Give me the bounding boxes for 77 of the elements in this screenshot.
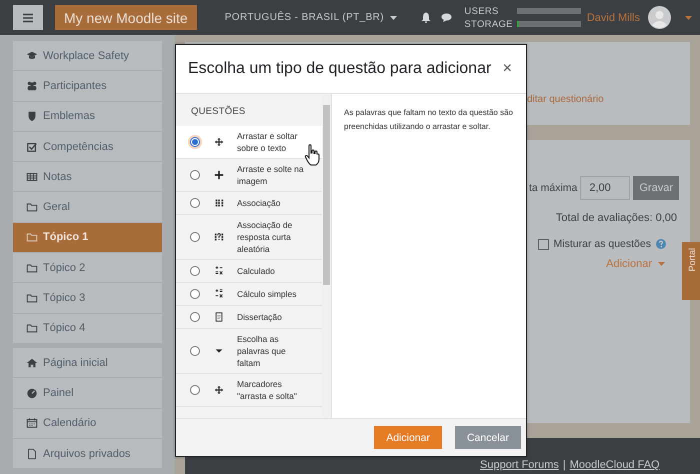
max-grade-field[interactable]: 2,00 bbox=[580, 176, 630, 200]
document-icon bbox=[214, 312, 224, 322]
sidebar-item[interactable]: Tópico 3 bbox=[13, 283, 162, 314]
shuffle-checkbox[interactable] bbox=[538, 238, 549, 250]
save-button[interactable]: Gravar bbox=[633, 176, 679, 200]
calendar-icon bbox=[26, 417, 38, 430]
gauge-icon bbox=[26, 386, 38, 399]
table-icon bbox=[26, 170, 38, 183]
folder-icon bbox=[26, 231, 38, 244]
folder-icon bbox=[26, 292, 38, 304]
portal-tab[interactable]: Portal bbox=[682, 242, 700, 300]
radio-button[interactable] bbox=[190, 137, 200, 147]
math-icon bbox=[214, 289, 224, 299]
radio-button[interactable] bbox=[190, 312, 200, 322]
sidebar-item[interactable]: Painel bbox=[13, 378, 162, 409]
shuffle-label: Misturar as questões bbox=[554, 238, 651, 250]
footer-link[interactable]: MoodleCloud FAQ bbox=[570, 459, 660, 471]
graduation-cap-icon bbox=[26, 50, 38, 62]
sidebar-item[interactable]: Participantes bbox=[13, 71, 162, 102]
radio-button[interactable] bbox=[190, 385, 200, 395]
total-grades-text: Total de avaliações: 0,00 bbox=[556, 212, 677, 224]
sidebar-item[interactable]: Tópico 4 bbox=[13, 314, 162, 344]
radio-button[interactable] bbox=[190, 266, 200, 276]
caret-icon[interactable] bbox=[390, 16, 398, 20]
sidebar-item[interactable]: Página inicial bbox=[13, 348, 162, 378]
add-menu[interactable]: Adicionar bbox=[606, 258, 652, 270]
site-name-button[interactable]: My new Moodle site bbox=[55, 5, 197, 30]
sidebar-item[interactable]: Tópico 1 bbox=[13, 222, 162, 254]
edit-quiz-link[interactable]: ditar questionário bbox=[527, 94, 604, 105]
sidebar-item[interactable]: Calendário bbox=[13, 408, 162, 439]
radio-button[interactable] bbox=[190, 289, 200, 299]
sidebar-item[interactable]: Competências bbox=[13, 132, 162, 162]
meter-label: USERS bbox=[464, 6, 500, 16]
usage-meter bbox=[516, 21, 581, 27]
bell-icon[interactable] bbox=[421, 12, 432, 23]
avatar-icon[interactable] bbox=[648, 6, 671, 29]
section-heading: QUESTÕES bbox=[190, 104, 246, 119]
folder-icon bbox=[26, 322, 38, 334]
sidebar-item[interactable]: Tópico 2 bbox=[13, 253, 162, 284]
user-name[interactable]: David Mills bbox=[586, 12, 640, 24]
dot-question-icon bbox=[214, 232, 224, 242]
folder-icon bbox=[26, 262, 38, 274]
plus-icon bbox=[214, 170, 224, 180]
shield-icon bbox=[26, 110, 38, 122]
menu-button[interactable] bbox=[13, 5, 43, 30]
radio-button[interactable] bbox=[190, 232, 200, 242]
radio-button[interactable] bbox=[190, 198, 200, 208]
close-button[interactable]: × bbox=[500, 60, 514, 78]
sidebar-item[interactable]: Emblemas bbox=[13, 102, 162, 132]
radio-button[interactable] bbox=[190, 346, 200, 356]
folder-icon bbox=[26, 201, 38, 214]
question-type-description: As palavras que faltam no texto da questão são preenchidas utilizando o arrastar e soltar. bbox=[343, 107, 514, 133]
chat-icon[interactable] bbox=[441, 13, 452, 22]
checkbox-icon bbox=[26, 140, 38, 153]
hand-cursor-icon bbox=[304, 144, 322, 166]
home-icon bbox=[26, 356, 38, 369]
language-menu[interactable]: PORTUGUÊS - BRASIL (PT_BR) bbox=[224, 12, 384, 23]
move-arrows-icon bbox=[214, 385, 224, 395]
footer-link[interactable]: Support Forums bbox=[480, 459, 559, 471]
meter-label: STORAGE bbox=[464, 18, 513, 30]
people-icon bbox=[26, 80, 38, 92]
separator-text: | bbox=[562, 459, 566, 471]
radio-button[interactable] bbox=[190, 170, 200, 180]
caret-icon[interactable] bbox=[685, 16, 692, 20]
add-button[interactable]: Adicionar bbox=[374, 426, 442, 449]
dialog-title: Escolha um tipo de questão para adicionar bbox=[188, 60, 492, 78]
dot-grid-icon bbox=[214, 198, 224, 208]
math-icon bbox=[214, 266, 224, 276]
menu-icon bbox=[22, 12, 34, 22]
sidebar-item[interactable]: Arquivos privados bbox=[13, 438, 162, 470]
move-arrows-icon bbox=[214, 137, 224, 147]
help-icon[interactable] bbox=[656, 239, 666, 249]
max-grade-label: ta máxima bbox=[528, 182, 578, 194]
file-icon bbox=[26, 448, 38, 460]
sidebar-item[interactable]: Workplace Safety bbox=[13, 41, 162, 72]
sidebar-item[interactable]: Notas bbox=[13, 162, 162, 192]
cancel-button[interactable]: Cancelar bbox=[454, 426, 521, 449]
